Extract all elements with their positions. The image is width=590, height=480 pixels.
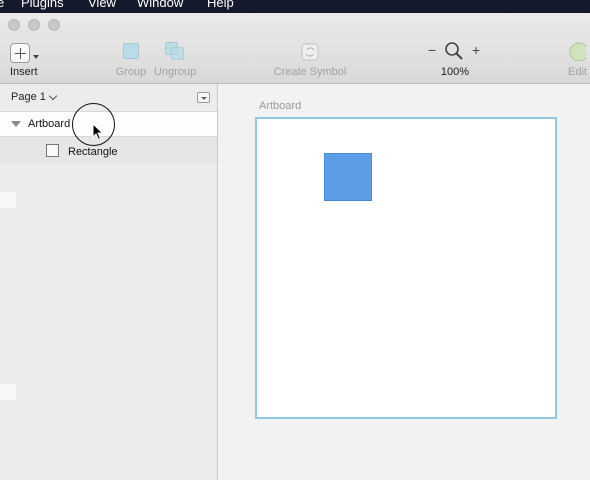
layers-panel: Page 1 Artboard Rectangle (0, 84, 218, 480)
artboard-title[interactable]: Artboard (259, 100, 301, 112)
panel-edge-marker (0, 192, 16, 208)
window-title-bar (0, 13, 590, 37)
ungroup-icon-back (171, 47, 184, 60)
menu-item-plugins[interactable]: Plugins (21, 0, 64, 9)
zoom-level: 100% (440, 66, 470, 78)
layer-row-rectangle[interactable]: Rectangle (0, 137, 217, 164)
rectangle-shape[interactable] (324, 153, 372, 201)
layer-label: Rectangle (68, 146, 118, 158)
rectangle-icon (46, 144, 59, 157)
zoom-in-button[interactable]: + (472, 42, 480, 58)
collapse-pages-button[interactable] (197, 92, 210, 103)
group-icon (123, 43, 139, 59)
edit-icon (569, 42, 586, 61)
group-button[interactable]: Group (113, 37, 149, 83)
mouse-pointer-icon (92, 123, 104, 141)
menu-item-window[interactable]: Window (137, 0, 183, 9)
ungroup-button[interactable]: Ungroup (152, 37, 198, 83)
menu-bar: e Plugins View Window Help (0, 0, 590, 13)
insert-label: Insert (10, 66, 38, 78)
toolbar: Insert Group Ungroup Create Symbol − + 1… (0, 37, 590, 84)
create-symbol-label: Create Symbol (273, 66, 347, 78)
edit-button[interactable]: Edit (560, 37, 590, 83)
page-label: Page 1 (11, 91, 46, 103)
insert-button[interactable]: Insert (0, 37, 48, 83)
create-symbol-button[interactable]: Create Symbol (270, 37, 350, 83)
zoom-window-button[interactable] (48, 19, 60, 31)
layer-label: Artboard (28, 118, 71, 130)
page-selector[interactable]: Page 1 (0, 84, 217, 110)
ungroup-label: Ungroup (153, 66, 197, 78)
disclosure-triangle-icon[interactable] (11, 121, 21, 127)
zoom-control: − + 100% (425, 37, 485, 83)
panel-edge-marker (0, 384, 16, 400)
close-window-button[interactable] (8, 19, 20, 31)
menu-item-file[interactable]: e (0, 0, 4, 9)
edit-label: Edit (568, 66, 587, 78)
plus-icon (10, 43, 30, 63)
chevron-down-icon (48, 91, 58, 101)
menu-item-help[interactable]: Help (207, 0, 234, 9)
chevron-down-icon (33, 55, 39, 59)
canvas[interactable]: Artboard (218, 84, 590, 480)
menu-item-view[interactable]: View (88, 0, 116, 9)
minimize-window-button[interactable] (28, 19, 40, 31)
group-label: Group (115, 66, 147, 78)
artboard[interactable] (255, 117, 557, 419)
magnifier-icon (445, 42, 463, 60)
symbol-icon (301, 43, 319, 61)
zoom-out-button[interactable]: − (428, 42, 436, 58)
